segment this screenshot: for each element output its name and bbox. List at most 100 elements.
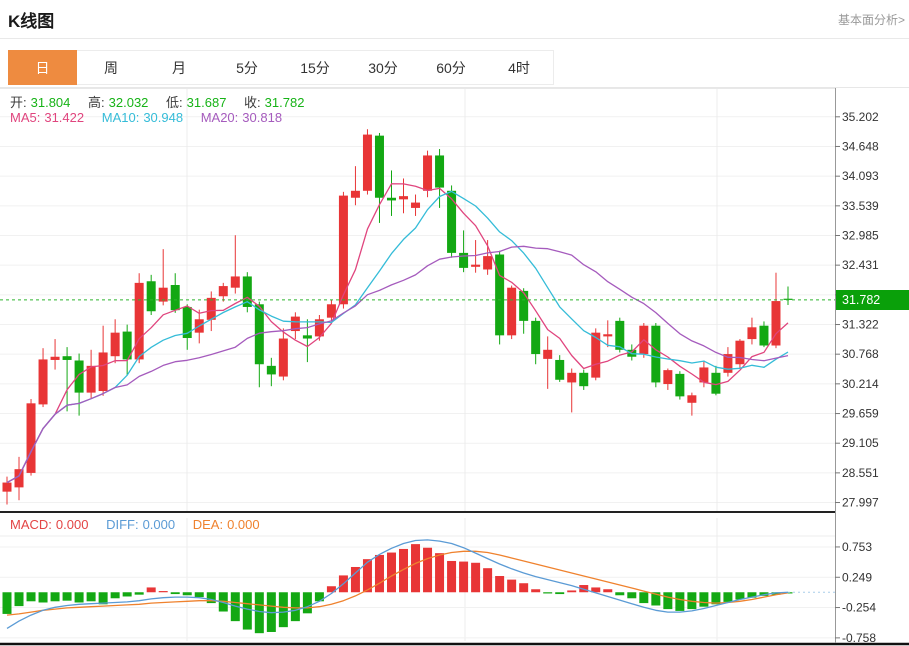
macd-bar-positive — [471, 563, 480, 592]
candle-body-down — [171, 285, 180, 310]
close-value: 31.782 — [265, 95, 305, 110]
ma10-label: MA10: — [102, 110, 140, 125]
candle-body-up — [507, 288, 516, 336]
candle-body-up — [735, 341, 744, 365]
macd-bar-negative — [171, 592, 180, 594]
candle-body-down — [447, 191, 456, 253]
macd-bar-positive — [387, 553, 396, 593]
macd-bar-positive — [483, 568, 492, 592]
y-axis-tick-label: 32.431 — [842, 258, 879, 272]
candle-body-down — [531, 321, 540, 354]
high-label: 高: — [88, 95, 105, 110]
y-axis-tick-label: 31.322 — [842, 318, 879, 332]
macd-bar-negative — [27, 592, 36, 601]
y-axis-tick-label: 0.249 — [842, 570, 872, 584]
macd-bar-negative — [279, 592, 288, 627]
macd-bar-positive — [603, 589, 612, 592]
y-axis-tick-label: 0.753 — [842, 540, 872, 554]
macd-bar-negative — [135, 592, 144, 594]
candle-body-up — [567, 373, 576, 383]
candle-body-up — [39, 359, 48, 404]
low-value: 31.687 — [187, 95, 227, 110]
macd-bar-negative — [183, 592, 192, 595]
candle-body-down — [147, 281, 156, 311]
candle-body-down — [459, 253, 468, 268]
macd-bar-negative — [723, 592, 732, 602]
open-label: 开: — [10, 95, 27, 110]
macd-bar-positive — [411, 544, 420, 592]
candle-body-down — [63, 356, 72, 360]
ma20-line — [7, 246, 788, 482]
macd-bar-negative — [543, 592, 552, 593]
macd-bar-positive — [423, 548, 432, 593]
y-axis-tick-label: 35.202 — [842, 110, 879, 124]
y-axis-tick-label: 27.997 — [842, 496, 879, 510]
macd-bar-negative — [123, 592, 132, 596]
macd-bar-negative — [627, 592, 636, 598]
macd-bar-negative — [243, 592, 252, 629]
macd-bar-positive — [363, 559, 372, 592]
candle-body-down — [675, 374, 684, 396]
y-axis-tick-label: 32.985 — [842, 228, 879, 242]
candle-body-up — [483, 256, 492, 269]
macd-bar-negative — [291, 592, 300, 621]
macd-bar-positive — [147, 587, 156, 592]
y-axis-tick-label: 34.093 — [842, 169, 879, 183]
macd-bar-negative — [639, 592, 648, 603]
candle-body-up — [27, 403, 36, 473]
macd-bar-negative — [87, 592, 96, 601]
macd-bar-negative — [555, 592, 564, 594]
candle-body-up — [135, 283, 144, 360]
macd-label: MACD: — [10, 517, 52, 532]
candle-body-down — [555, 360, 564, 380]
macd-bar-negative — [75, 592, 84, 602]
open-value: 31.804 — [31, 95, 71, 110]
macd-bar-negative — [15, 592, 24, 606]
dea-label: DEA: — [193, 517, 223, 532]
candle-body-down — [519, 291, 528, 321]
candle-body-down — [75, 360, 84, 392]
diff-label: DIFF: — [106, 517, 139, 532]
candle-body-up — [207, 298, 216, 320]
candle-body-up — [747, 327, 756, 339]
high-value: 32.032 — [109, 95, 149, 110]
macd-bar-negative — [663, 592, 672, 609]
ma10-value: 30.948 — [143, 110, 183, 125]
macd-bar-positive — [567, 590, 576, 592]
candle-body-up — [51, 357, 60, 360]
diff-value: 0.000 — [143, 517, 176, 532]
low-label: 低: — [166, 95, 183, 110]
macd-legend: MACD:0.000 DIFF:0.000 DEA:0.000 — [10, 517, 264, 532]
macd-bar-positive — [159, 591, 168, 592]
candle-body-up — [423, 155, 432, 190]
y-axis-tick-label: -0.758 — [842, 631, 876, 645]
y-axis-tick-label: -0.254 — [842, 601, 876, 615]
macd-bar-negative — [615, 592, 624, 595]
macd-bar-positive — [507, 580, 516, 593]
ma5-label: MA5: — [10, 110, 40, 125]
kline-page: K线图 基本面分析> 日 周 月 5分 15分 30分 60分 4时 35.20… — [0, 0, 909, 646]
y-axis-tick-label: 33.539 — [842, 199, 879, 213]
ma-legend: MA5:31.422 MA10:30.948 MA20:30.818 — [10, 110, 286, 125]
macd-bar-negative — [111, 592, 120, 598]
candle-body-down — [435, 155, 444, 187]
macd-bar-positive — [531, 589, 540, 592]
current-price-badge: 31.782 — [836, 290, 909, 310]
candle-body-up — [231, 276, 240, 287]
macd-bar-negative — [195, 592, 204, 597]
macd-bar-positive — [447, 561, 456, 592]
macd-bar-positive — [435, 553, 444, 592]
candle-body-down — [387, 198, 396, 201]
y-axis-tick-label: 30.214 — [842, 377, 879, 391]
candle-body-down — [267, 366, 276, 375]
candle-body-down — [303, 335, 312, 338]
candle-body-up — [687, 395, 696, 402]
ma20-value: 30.818 — [242, 110, 282, 125]
ma5-value: 31.422 — [44, 110, 84, 125]
ohlc-legend: 开:31.804 高:32.032 低:31.687 收:31.782 — [10, 92, 308, 111]
macd-bar-negative — [699, 592, 708, 606]
candle-body-up — [399, 196, 408, 199]
y-axis-tick-label: 34.648 — [842, 139, 879, 153]
candle-body-up — [543, 350, 552, 359]
macd-bar-positive — [459, 562, 468, 593]
